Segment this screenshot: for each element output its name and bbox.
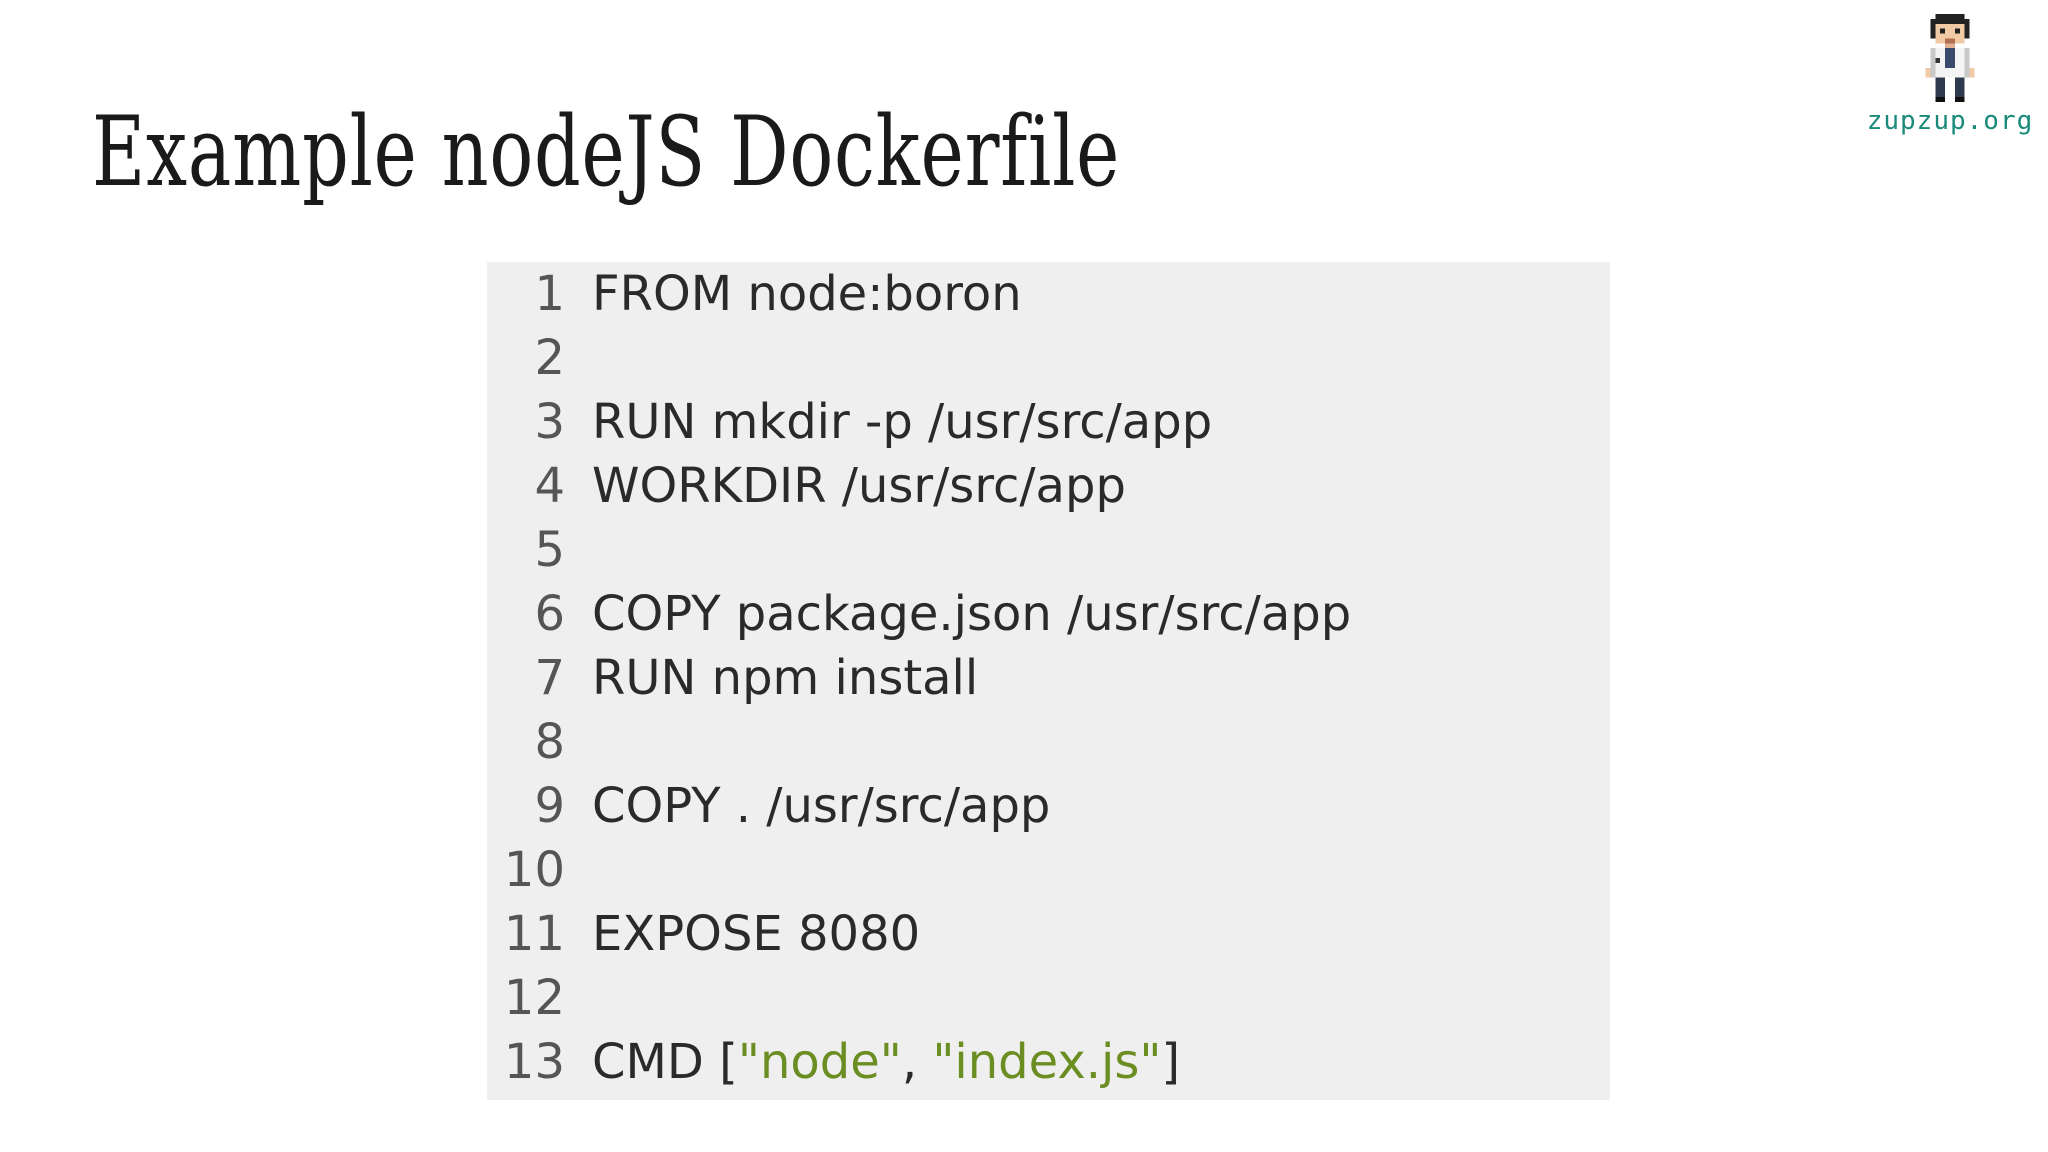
line-code: RUN npm install bbox=[592, 650, 979, 706]
code-block: 1 1FROM node:boron23RUN mkdir -p /usr/sr… bbox=[487, 262, 1610, 1100]
line-number: 3 bbox=[534, 394, 565, 450]
string-token: "index.js" bbox=[932, 1034, 1162, 1090]
line-number: 4 bbox=[534, 458, 565, 514]
line-code: WORKDIR /usr/src/app bbox=[592, 458, 1126, 514]
line-code: EXPOSE 8080 bbox=[592, 906, 921, 962]
line-number: 10 bbox=[503, 842, 565, 898]
line-number: 9 bbox=[534, 778, 565, 834]
line-number: 6 bbox=[534, 586, 565, 642]
line-number: 7 bbox=[534, 650, 565, 706]
line-number: 12 bbox=[503, 970, 565, 1026]
line-number: 1 bbox=[534, 266, 565, 322]
line-number: 13 bbox=[503, 1034, 565, 1090]
slide-title: Example nodeJS Dockerfile bbox=[92, 96, 1121, 208]
line-code: COPY . /usr/src/app bbox=[592, 778, 1051, 834]
string-token: "node" bbox=[737, 1034, 902, 1090]
line-code: CMD ["node", "index.js"] bbox=[592, 1034, 1181, 1090]
brand-logo: zupzup.org bbox=[1860, 10, 2040, 140]
line-code: RUN mkdir -p /usr/src/app bbox=[592, 394, 1213, 450]
line-number: 5 bbox=[534, 522, 565, 578]
line-code: COPY package.json /usr/src/app bbox=[592, 586, 1352, 642]
brand-text: zupzup.org bbox=[1866, 106, 2034, 136]
line-number: 2 bbox=[534, 330, 565, 386]
pixel-avatar-icon bbox=[1925, 14, 1975, 102]
line-number: 8 bbox=[534, 714, 565, 770]
line-code: FROM node:boron bbox=[592, 266, 1022, 322]
line-number: 11 bbox=[503, 906, 565, 962]
